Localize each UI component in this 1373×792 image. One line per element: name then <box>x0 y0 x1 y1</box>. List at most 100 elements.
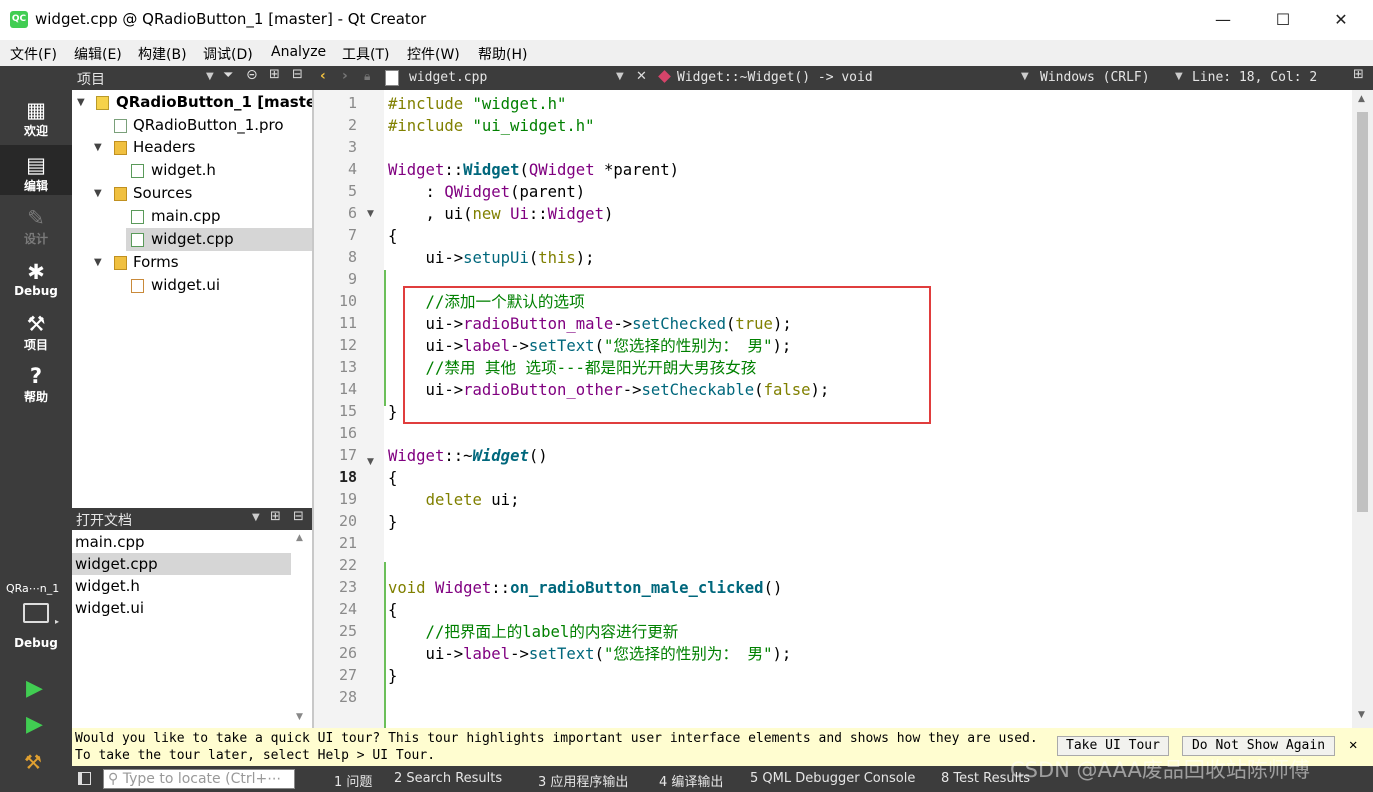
mode-help[interactable]: ? 帮助 <box>0 364 72 414</box>
line-ending-selector[interactable]: Windows (CRLF) <box>1040 70 1150 85</box>
code-line[interactable]: } <box>388 401 397 423</box>
open-documents-scrollbar[interactable]: ▲ ▼ <box>291 530 311 728</box>
locator-input[interactable]: ⚲ Type to locate (Ctrl+⋯ <box>103 769 295 789</box>
mode-edit[interactable]: ▤ 编辑 <box>0 145 72 195</box>
fold-marker-icon[interactable]: ▼ <box>367 457 374 467</box>
code-line[interactable]: #include "widget.h" <box>388 93 566 115</box>
function-dropdown-icon[interactable]: ▼ <box>1021 71 1029 82</box>
code-token: QWidget <box>528 161 595 179</box>
tree-item-main-cpp[interactable]: main.cpp <box>72 205 313 228</box>
kit-name[interactable]: QRa⋯n_1 <box>6 582 59 595</box>
debug-run-icon[interactable]: ▶ <box>26 712 43 737</box>
editor-vertical-scrollbar[interactable]: ▲ ▼ <box>1352 90 1373 728</box>
forward-arrow-icon[interactable]: › <box>342 68 348 84</box>
mode-debug[interactable]: ✱ Debug <box>0 260 72 310</box>
mode-design[interactable]: ✎ 设计 <box>0 206 72 256</box>
monitor-icon[interactable] <box>23 603 49 623</box>
split-icon[interactable]: ⊞ <box>269 67 280 82</box>
code-line[interactable]: } <box>388 511 397 533</box>
open-doc-item[interactable]: widget.ui <box>72 597 291 619</box>
scroll-up-icon[interactable]: ▲ <box>1358 94 1365 104</box>
pane-search-results[interactable]: 2 Search Results <box>394 771 502 786</box>
link-icon[interactable]: ⊝ <box>246 67 258 83</box>
menu-analyze[interactable]: Analyze <box>271 44 326 60</box>
scroll-up-icon[interactable]: ▲ <box>296 533 303 543</box>
menu-controls[interactable]: 控件(W) <box>407 44 460 64</box>
scrollbar-thumb[interactable] <box>1357 112 1368 512</box>
scroll-down-icon[interactable]: ▼ <box>1358 710 1365 720</box>
code-line[interactable]: { <box>388 225 397 247</box>
close-panel-icon[interactable]: ⊟ <box>293 509 304 524</box>
pane-issues[interactable]: 1 问题 <box>334 771 372 790</box>
menu-tools[interactable]: 工具(T) <box>342 44 389 64</box>
menu-file[interactable]: 文件(F) <box>10 44 57 64</box>
menu-help[interactable]: 帮助(H) <box>478 44 527 64</box>
collapse-arrow-icon[interactable]: ▼ <box>94 136 102 159</box>
pane-application-output[interactable]: 3 应用程序输出 <box>538 771 628 790</box>
collapse-arrow-icon[interactable]: ▼ <box>94 251 102 274</box>
open-doc-item[interactable]: widget.cpp <box>72 553 291 575</box>
menu-edit[interactable]: 编辑(E) <box>74 44 122 64</box>
tree-item-sources-folder[interactable]: ▼ Sources <box>72 182 313 205</box>
do-not-show-again-button[interactable]: Do Not Show Again <box>1182 736 1335 756</box>
pane-qml-debugger-console[interactable]: 5 QML Debugger Console <box>750 771 915 786</box>
function-selector[interactable]: Widget::~Widget() -> void <box>677 70 873 85</box>
menu-debug[interactable]: 调试(D) <box>203 44 253 64</box>
code-line[interactable]: //把界面上的label的内容进行更新 <box>388 621 679 643</box>
code-line[interactable]: : QWidget(parent) <box>388 181 586 203</box>
code-line[interactable]: } <box>388 665 397 687</box>
code-editor[interactable]: 1 2 3 4 5 6 7 8 9 10 11 12 13 14 15 16 17 18 19 20 21 22 23 24 2… <box>314 90 1352 728</box>
code-line[interactable]: { <box>388 467 397 489</box>
tree-item-pro-file[interactable]: QRadioButton_1.pro <box>72 114 313 137</box>
toggle-sidebar-icon[interactable] <box>78 772 91 785</box>
tree-item-widget-cpp[interactable]: widget.cpp <box>126 228 313 251</box>
mode-welcome[interactable]: ▦ 欢迎 <box>0 98 72 148</box>
close-window-button[interactable]: ✕ <box>1318 0 1364 40</box>
run-icon[interactable]: ▶ <box>26 676 43 701</box>
mode-projects[interactable]: ⚒ 项目 <box>0 312 72 362</box>
build-hammer-icon[interactable]: ⚒ <box>24 750 42 774</box>
fold-marker-icon[interactable]: ▼ <box>367 209 374 219</box>
file-tab-name[interactable]: widget.cpp <box>409 70 487 85</box>
tree-item-forms-folder[interactable]: ▼ Forms <box>72 251 313 274</box>
tree-item-label: main.cpp <box>151 207 221 225</box>
kit-expand-arrow-icon[interactable]: ▸ <box>55 617 59 626</box>
code-line[interactable]: , ui(new Ui::Widget) <box>388 203 614 225</box>
code-line[interactable]: ui->setupUi(this); <box>388 247 595 269</box>
code-line[interactable]: { <box>388 599 397 621</box>
tree-item-widget-h[interactable]: widget.h <box>72 159 313 182</box>
scroll-down-icon[interactable]: ▼ <box>296 712 303 722</box>
close-infobar-icon[interactable]: ✕ <box>1349 737 1357 753</box>
back-arrow-icon[interactable]: ‹ <box>320 68 326 84</box>
split-editor-icon[interactable]: ⊞ <box>1353 67 1364 82</box>
maximize-button[interactable]: ☐ <box>1260 0 1306 40</box>
code-line[interactable]: void Widget::on_radioButton_male_clicked… <box>388 577 782 599</box>
close-file-icon[interactable]: ✕ <box>636 69 647 84</box>
code-line[interactable]: ui->label->setText("您选择的性别为： 男"); <box>388 643 792 665</box>
cursor-position[interactable]: Line: 18, Col: 2 <box>1192 70 1317 85</box>
open-doc-item[interactable]: widget.h <box>72 575 291 597</box>
code-line[interactable]: Widget::Widget(QWidget *parent) <box>388 159 679 181</box>
split-icon[interactable]: ⊞ <box>270 509 281 524</box>
panel-selector-dropdown-icon[interactable]: ▼ <box>206 71 214 82</box>
take-ui-tour-button[interactable]: Take UI Tour <box>1057 736 1169 756</box>
build-config[interactable]: Debug <box>0 636 72 650</box>
menu-build[interactable]: 构建(B) <box>138 44 187 64</box>
open-doc-item[interactable]: main.cpp <box>72 531 291 553</box>
close-panel-icon[interactable]: ⊟ <box>292 67 303 82</box>
code-line[interactable]: #include "ui_widget.h" <box>388 115 595 137</box>
pane-compile-output[interactable]: 4 编译输出 <box>659 771 723 790</box>
line-ending-dropdown-icon[interactable]: ▼ <box>1175 71 1183 82</box>
tree-item-widget-ui[interactable]: widget.ui <box>72 274 313 297</box>
code-token: ( <box>528 249 539 267</box>
file-dropdown-icon[interactable]: ▼ <box>616 71 624 82</box>
collapse-arrow-icon[interactable]: ▼ <box>77 91 85 114</box>
collapse-arrow-icon[interactable]: ▼ <box>94 182 102 205</box>
code-line[interactable]: Widget::~Widget() <box>388 445 548 467</box>
minimize-button[interactable]: — <box>1200 0 1246 40</box>
tree-item-headers-folder[interactable]: ▼ Headers <box>72 136 313 159</box>
open-docs-dropdown-icon[interactable]: ▼ <box>252 512 260 523</box>
code-line[interactable]: delete ui; <box>388 489 520 511</box>
tree-item-project[interactable]: ▼ QRadioButton_1 [master] <box>72 91 330 114</box>
filter-icon[interactable]: ⏷ <box>223 68 233 83</box>
